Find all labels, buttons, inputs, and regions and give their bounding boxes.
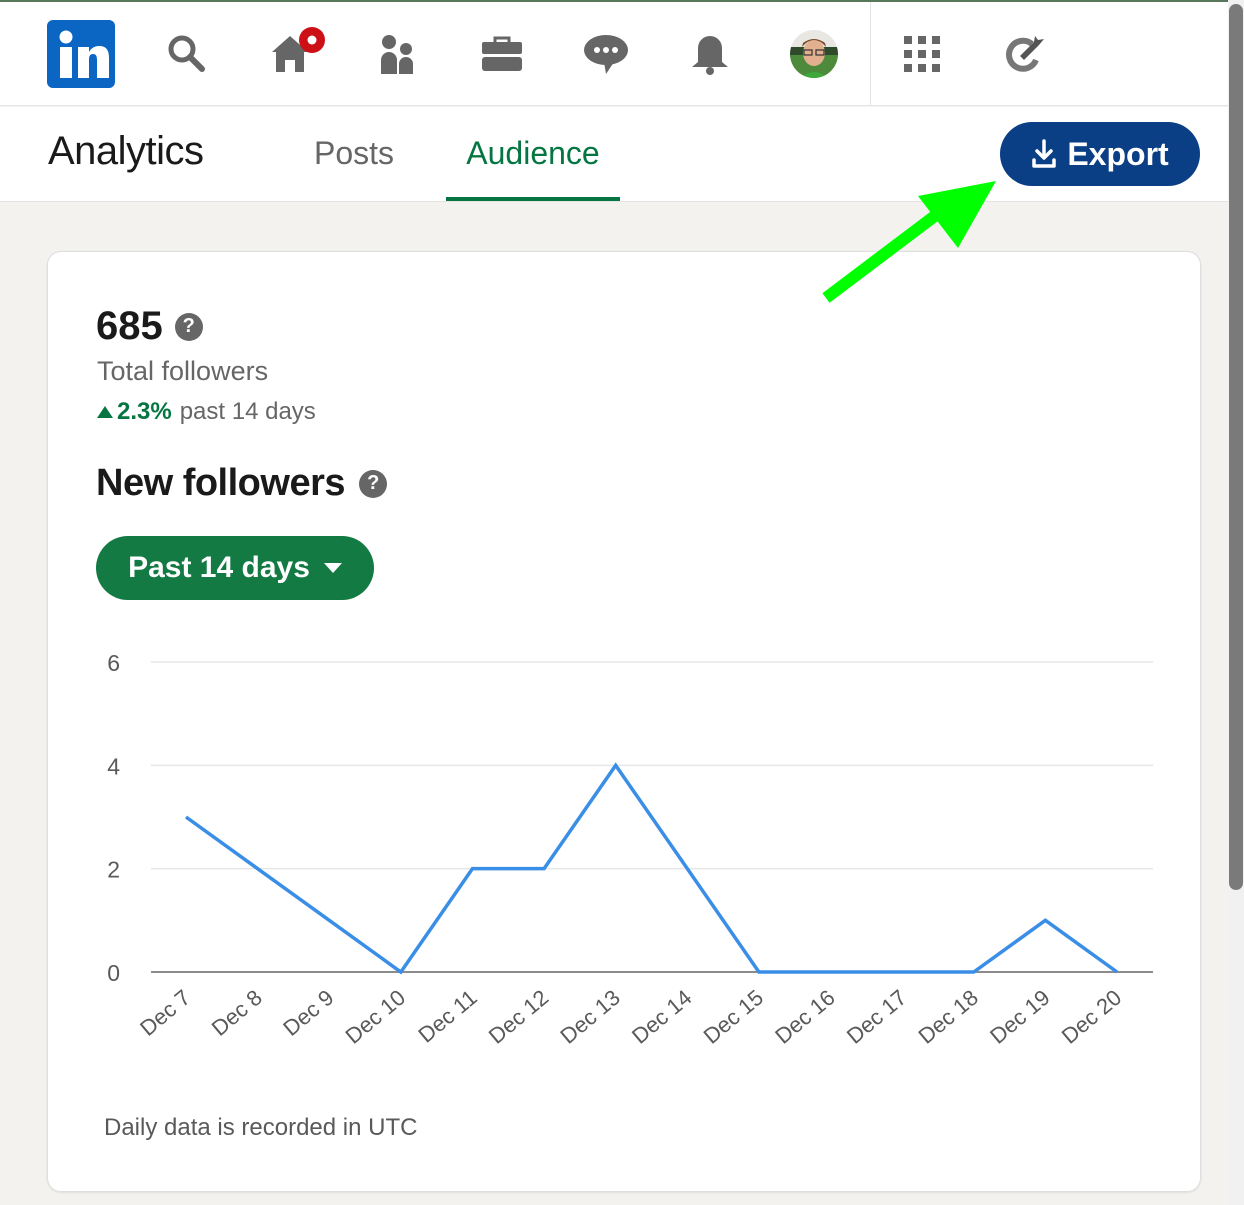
y-tick-label: 2 [107,857,120,883]
utc-footnote: Daily data is recorded in UTC [104,1114,418,1141]
x-tick-label: Dec 7 [135,985,195,1041]
x-tick-label: Dec 14 [627,985,696,1049]
jobs-icon[interactable] [470,2,534,106]
search-icon[interactable] [155,2,219,106]
apps-grid-icon[interactable] [890,2,954,106]
messaging-icon[interactable] [574,2,638,106]
tab-audience[interactable]: Audience [446,107,620,201]
page-title: Analytics [48,129,204,173]
tab-audience-label: Audience [466,135,600,171]
active-tab-indicator [446,197,620,201]
x-tick-label: Dec 18 [914,985,983,1049]
x-tick-label: Dec 16 [770,985,839,1049]
advertise-icon[interactable] [992,2,1056,106]
nav-divider [870,2,871,106]
home-icon[interactable] [262,2,326,106]
x-tick-label: Dec 10 [341,985,410,1049]
x-tick-label: Dec 13 [555,985,624,1049]
download-icon [1032,139,1057,168]
x-tick-label: Dec 9 [278,985,338,1041]
x-tick-label: Dec 8 [207,985,267,1041]
linkedin-logo-glyph [59,30,109,78]
y-tick-label: 4 [107,753,120,779]
global-nav [0,2,1230,106]
export-label: Export [1067,135,1169,172]
tab-posts[interactable]: Posts [314,107,394,200]
profile-avatar[interactable] [782,2,846,106]
analytics-header: Analytics Posts Audience Export [0,107,1230,202]
export-button[interactable]: Export [1000,122,1200,186]
y-tick-label: 6 [107,650,120,676]
my-network-icon[interactable] [366,2,430,106]
x-tick-label: Dec 19 [985,985,1054,1049]
x-tick-label: Dec 11 [413,985,481,1048]
new-followers-chart: 0246Dec 7 Dec 8 Dec 9 Dec 10 Dec 11 Dec 12 Dec… [107,650,1153,1049]
x-tick-label: Dec 20 [1057,985,1126,1049]
linkedin-logo[interactable] [47,20,115,88]
x-tick-label: Dec 15 [699,985,768,1049]
scrollbar-thumb[interactable] [1229,4,1243,890]
followers-card: 685 ? Total followers 2.3% past 14 days … [47,251,1201,1192]
x-tick-label: Dec 12 [484,985,553,1049]
y-tick-label: 0 [107,960,120,986]
x-tick-label: Dec 17 [842,985,911,1049]
notifications-icon[interactable] [678,2,742,106]
